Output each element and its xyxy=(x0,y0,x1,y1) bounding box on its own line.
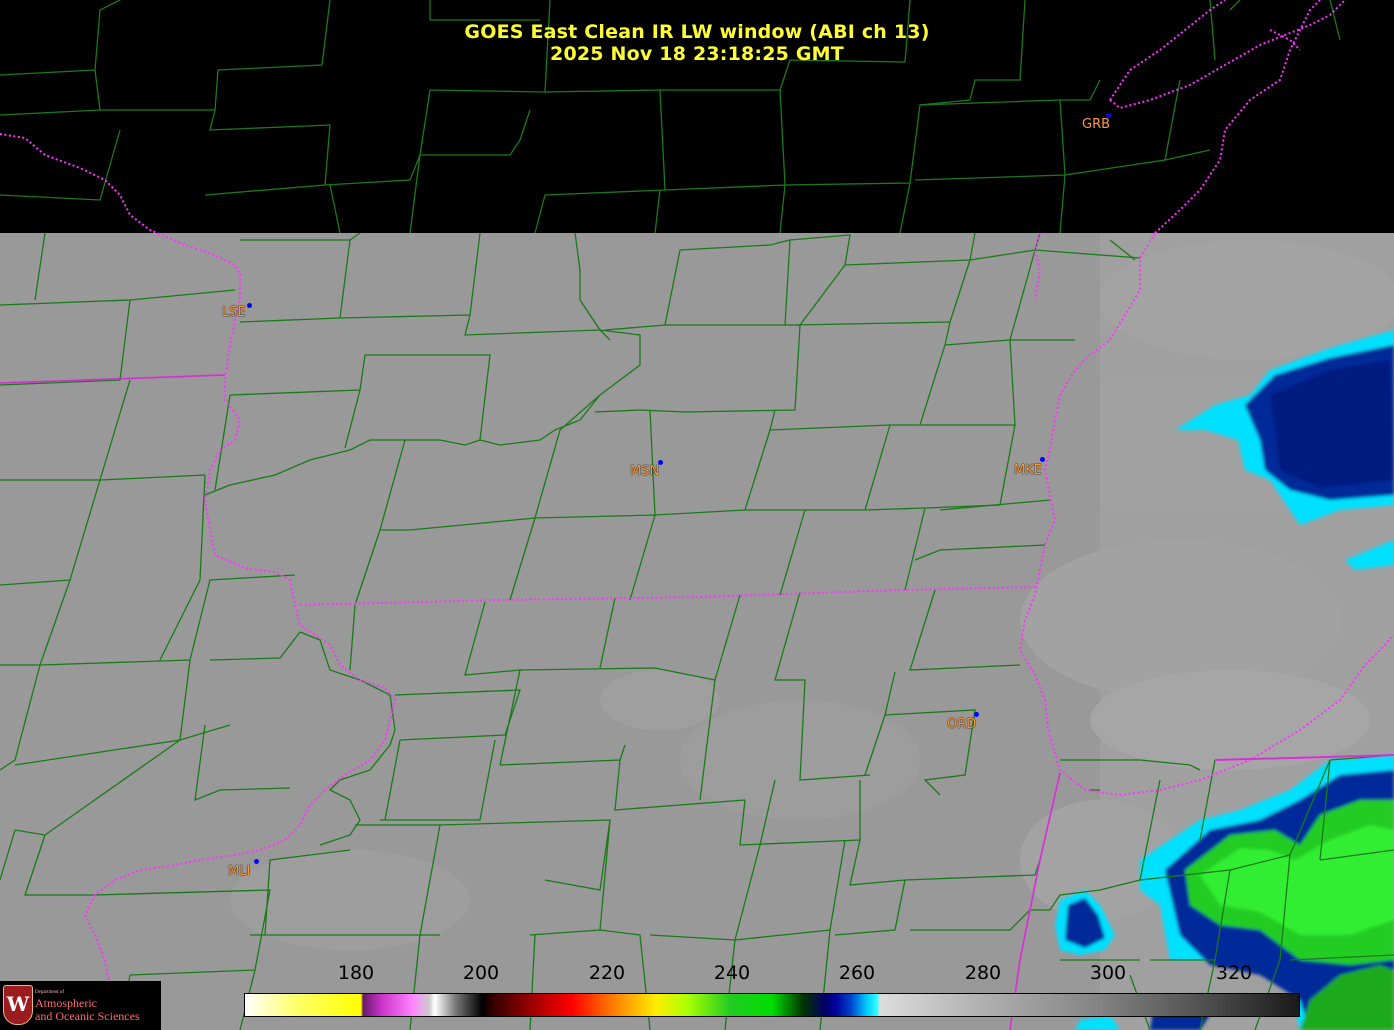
station-label: MKE xyxy=(1014,463,1042,478)
colorbar-tick-label: 240 xyxy=(713,962,751,984)
station-dot-icon xyxy=(254,859,259,864)
uw-seal-icon: W xyxy=(3,985,33,1025)
colorbar-tick-label: 260 xyxy=(838,962,876,984)
station-label: ORD xyxy=(947,717,977,732)
aos-logo: W Department of Atmospheric and Oceanic … xyxy=(0,981,161,1030)
station-dot-icon xyxy=(1040,457,1045,462)
colorbar-tick-label: 220 xyxy=(588,962,626,984)
image-timestamp: 2025 Nov 18 23:18:25 GMT xyxy=(550,43,844,65)
colorbar-tick-label: 320 xyxy=(1215,962,1253,984)
colorbar-tick-label: 180 xyxy=(337,962,375,984)
station-dot-icon xyxy=(247,303,252,308)
map-canvas xyxy=(0,0,1394,1030)
logo-dept-text: Department of xyxy=(35,990,65,995)
temperature-colorbar xyxy=(244,993,1300,1017)
colorbar-tick-label: 300 xyxy=(1089,962,1127,984)
station-label: GRB xyxy=(1082,117,1111,132)
colorbar-tick-label: 200 xyxy=(462,962,500,984)
station-label: MSN xyxy=(630,464,660,479)
image-title: GOES East Clean IR LW window (ABI ch 13) xyxy=(464,21,930,43)
logo-line-2: and Oceanic Sciences xyxy=(35,1009,140,1023)
satellite-image-view: GOES East Clean IR LW window (ABI ch 13)… xyxy=(0,0,1394,1030)
station-label: MLI xyxy=(228,864,251,879)
colorbar-tick-label: 280 xyxy=(964,962,1002,984)
station-label: LSE xyxy=(222,305,246,320)
